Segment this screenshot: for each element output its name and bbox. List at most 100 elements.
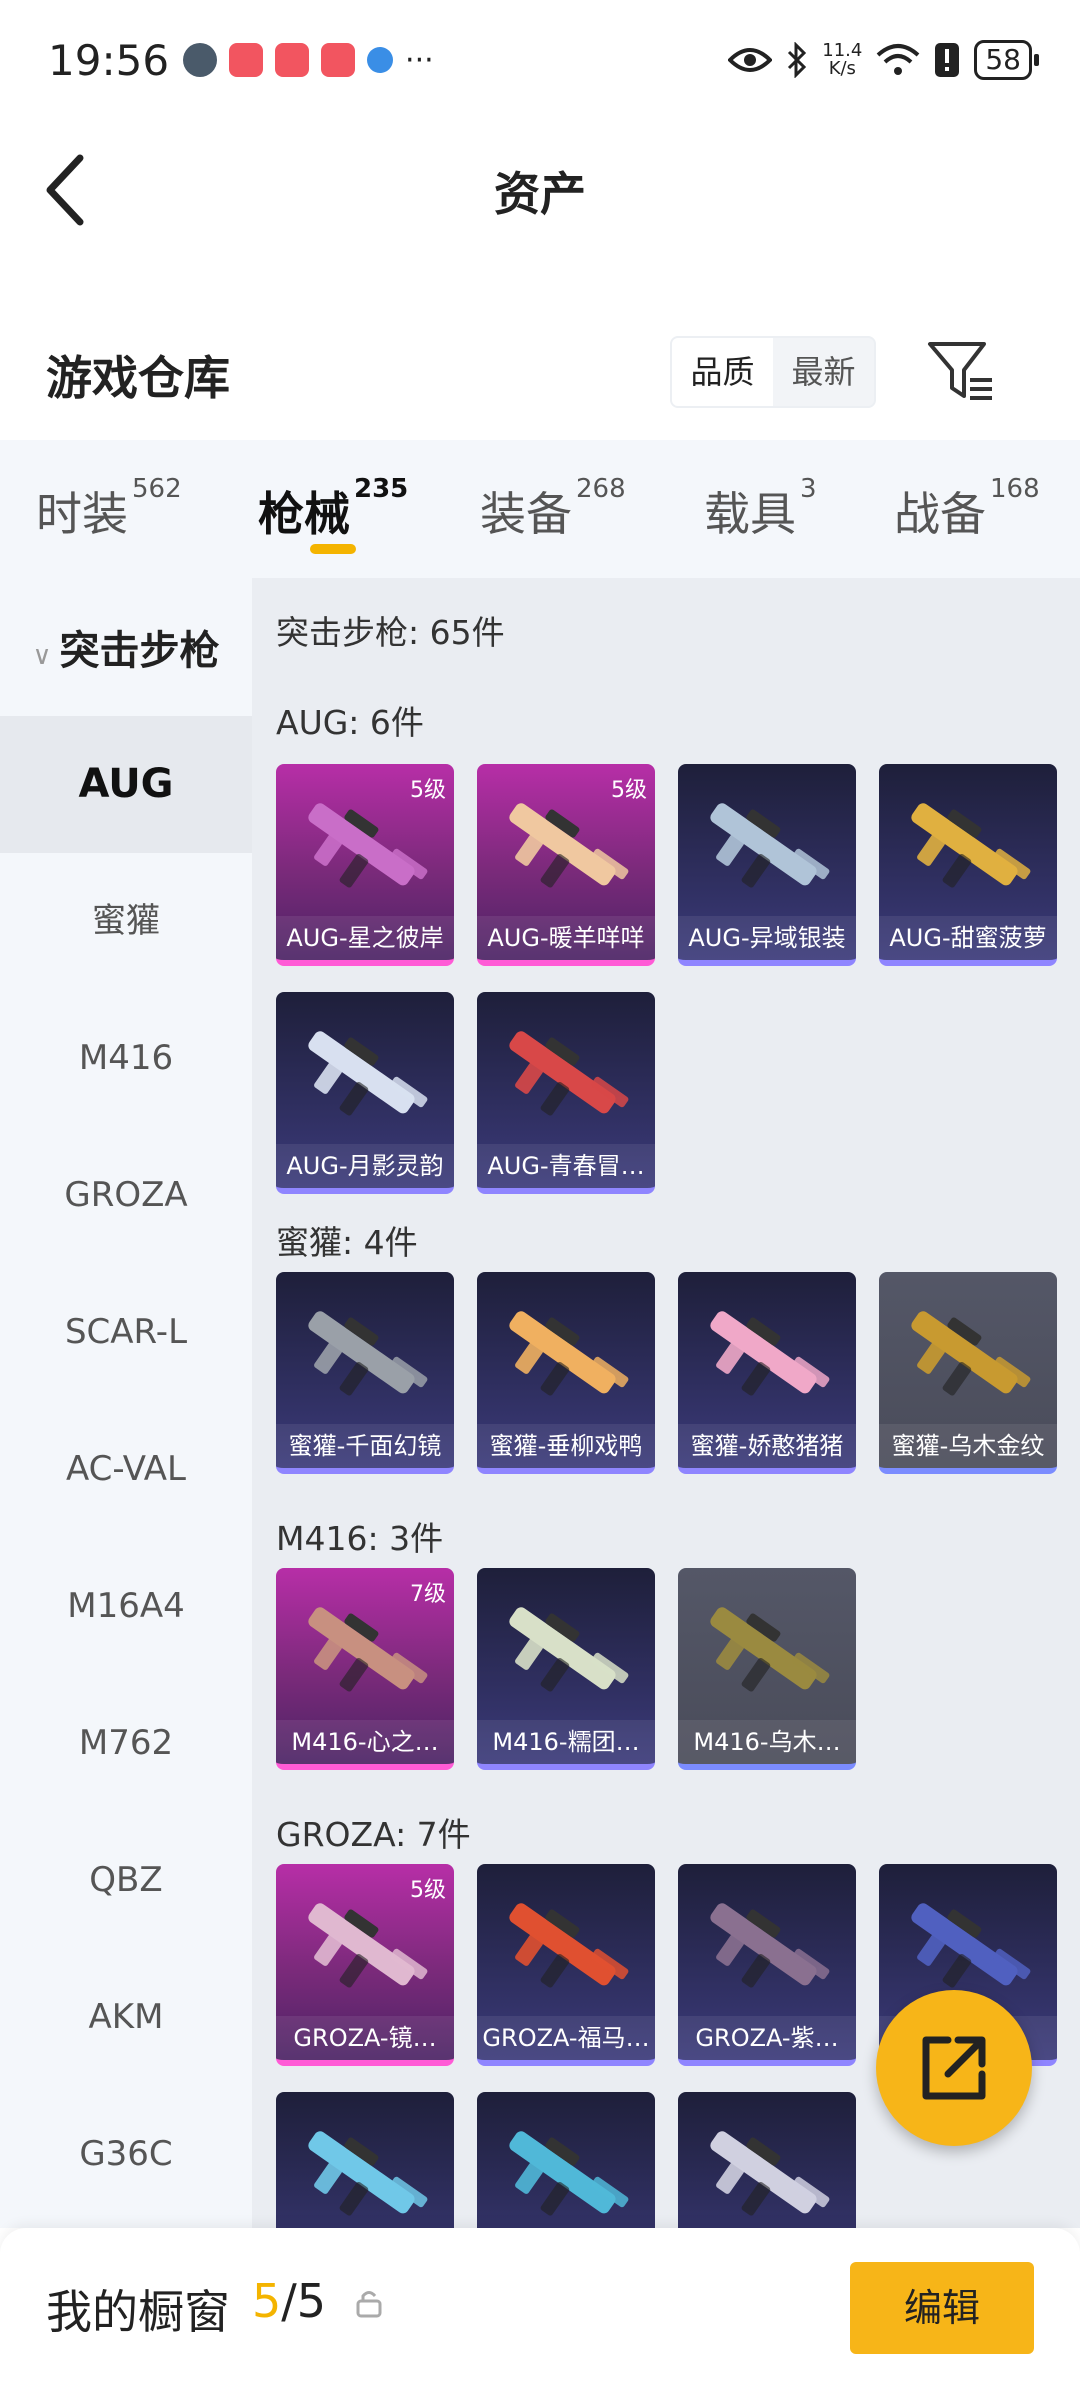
sidebar-category-header[interactable]: ∨ 突击步枪 [0,618,252,676]
level-badge: 5级 [410,1878,446,1903]
tab-equipment[interactable]: 装备 268 [480,474,626,544]
sidebar-item-ac-val[interactable]: AC-VAL [0,1401,252,1538]
weapon-card[interactable] [477,2092,655,2228]
weapon-card[interactable]: AUG-月影灵韵 [276,992,454,1194]
battery-indicator: 58 [974,40,1039,80]
group-title-honey-badger: 蜜獾: 4件 [276,1223,418,1262]
weapon-card[interactable]: GROZA-福马… [477,1864,655,2066]
weapon-card[interactable]: 5级 GROZA-镜… [276,1864,454,2066]
weapon-card[interactable]: 蜜獾-千面幻镜 [276,1272,454,1474]
warehouse-header: 游戏仓库 品质 最新 [0,320,1080,430]
weapon-name: 蜜獾-垂柳戏鸭 [477,1424,655,1468]
tab-vehicles[interactable]: 载具 3 [704,474,817,544]
weapon-name: AUG-星之彼岸 [276,916,454,960]
weapon-skin-image [710,2131,830,2216]
group-title-aug: AUG: 6件 [276,703,424,742]
weapon-card[interactable]: M416-乌木… [678,1568,856,1770]
weapon-name: AUG-月影灵韵 [276,1144,454,1188]
weapon-skin-image [911,1311,1031,1396]
category-summary: 突击步枪: 65件 [276,613,505,652]
weapon-skin-image [308,1031,428,1116]
weapon-skin-image [509,1311,629,1396]
weapon-skin-image [308,803,428,888]
weapon-card[interactable] [276,2092,454,2228]
sidebar-item-g36c[interactable]: G36C [0,2086,252,2223]
sidebar-item-m16a4[interactable]: M16A4 [0,1538,252,1675]
sidebar-item-akm[interactable]: AKM [0,1949,252,2086]
weapon-skin-image [308,1607,428,1692]
alert-icon [935,43,960,77]
weapon-card[interactable]: 蜜獾-垂柳戏鸭 [477,1272,655,1474]
weapon-name: AUG-甜蜜菠萝 [879,916,1057,960]
group-title-m416: M416: 3件 [276,1519,444,1558]
filter-icon[interactable] [926,338,996,404]
weapon-skin-image [509,1031,629,1116]
shopping-bag-icon [275,43,310,77]
sidebar-item-groza[interactable]: GROZA [0,1127,252,1264]
lock-icon [356,2291,382,2318]
weapon-name: 蜜獾-娇憨猪猪 [678,1424,856,1468]
tab-gear[interactable]: 战备 168 [894,474,1040,544]
status-time: 19:56 [48,35,170,85]
weapon-skin-image [911,803,1031,888]
weapon-skin-image [509,1607,629,1692]
weapon-name: M416-乌木… [678,1720,856,1764]
weapon-card[interactable]: M416-糯团… [477,1568,655,1770]
shopping-bag-icon [321,43,356,77]
sidebar-item-m416[interactable]: M416 [0,990,252,1127]
weapon-card[interactable]: AUG-青春冒… [477,992,655,1194]
weapon-skin-image [710,1607,830,1692]
weapon-card[interactable]: 蜜獾-娇憨猪猪 [678,1272,856,1474]
sort-option-quality[interactable]: 品质 [672,338,773,406]
tab-firearms[interactable]: 枪械 235 [258,474,408,544]
game-app-icon [183,43,218,77]
weapon-card[interactable]: 5级 AUG-暖羊咩咩 [477,764,655,966]
shopping-bag-icon [229,43,264,77]
showcase-count: 5/5 [252,2274,327,2328]
weapon-name: AUG-暖羊咩咩 [477,916,655,960]
weapon-card[interactable] [678,2092,856,2228]
weapon-skin-image [308,1903,428,1988]
sidebar-item-aug[interactable]: AUG [0,716,252,853]
edit-button[interactable]: 编辑 [850,2262,1034,2354]
sort-option-newest[interactable]: 最新 [773,338,874,406]
weapon-skin-image [710,803,830,888]
weapon-name: AUG-异域银装 [678,916,856,960]
warehouse-title: 游戏仓库 [46,351,230,405]
status-bar: 19:56 ··· 11.4 K/s 58 [0,0,1080,120]
weapon-name: M416-糯团… [477,1720,655,1764]
sidebar-item-scar-l[interactable]: SCAR-L [0,1264,252,1401]
browser-icon [367,47,394,73]
group-title-groza: GROZA: 7件 [276,1815,471,1854]
level-badge: 5级 [410,778,446,803]
weapon-card[interactable]: GROZA-紫… [678,1864,856,2066]
eye-icon [728,48,773,72]
weapon-card[interactable]: AUG-异域银装 [678,764,856,966]
weapon-skin-image [509,1903,629,1988]
level-badge: 5级 [611,778,647,803]
weapon-skin-image [509,803,629,888]
sidebar-item-honey-badger[interactable]: 蜜獾 [0,853,252,990]
weapon-skin-image [710,1311,830,1396]
weapon-card[interactable]: 5级 AUG-星之彼岸 [276,764,454,966]
weapon-name: M416-心之… [276,1720,454,1764]
weapon-skin-image [308,1311,428,1396]
tab-fashion[interactable]: 时装 562 [36,474,182,544]
level-badge: 7级 [410,1582,446,1607]
weapon-skin-image [509,2131,629,2216]
weapon-name: AUG-青春冒… [477,1144,655,1188]
showcase-bar: 我的橱窗 5/5 编辑 [0,2228,1080,2382]
app-bar: 资产 [0,120,1080,260]
active-tab-indicator [310,544,356,554]
chevron-down-icon: ∨ [32,641,52,671]
weapon-name: GROZA-镜… [276,2016,454,2060]
weapon-card[interactable]: 蜜獾-乌木金纹 [879,1272,1057,1474]
weapon-grid: 突击步枪: 65件 AUG: 6件 蜜獾: 4件 M416: 3件 GROZA:… [252,578,1080,2228]
sidebar-item-qbz[interactable]: QBZ [0,1812,252,1949]
net-speed: 11.4 K/s [822,40,863,79]
share-fab[interactable] [876,1990,1032,2146]
showcase-title: 我的橱窗 [46,2285,230,2339]
weapon-card[interactable]: AUG-甜蜜菠萝 [879,764,1057,966]
sidebar-item-m762[interactable]: M762 [0,1675,252,1812]
weapon-card[interactable]: 7级 M416-心之… [276,1568,454,1770]
